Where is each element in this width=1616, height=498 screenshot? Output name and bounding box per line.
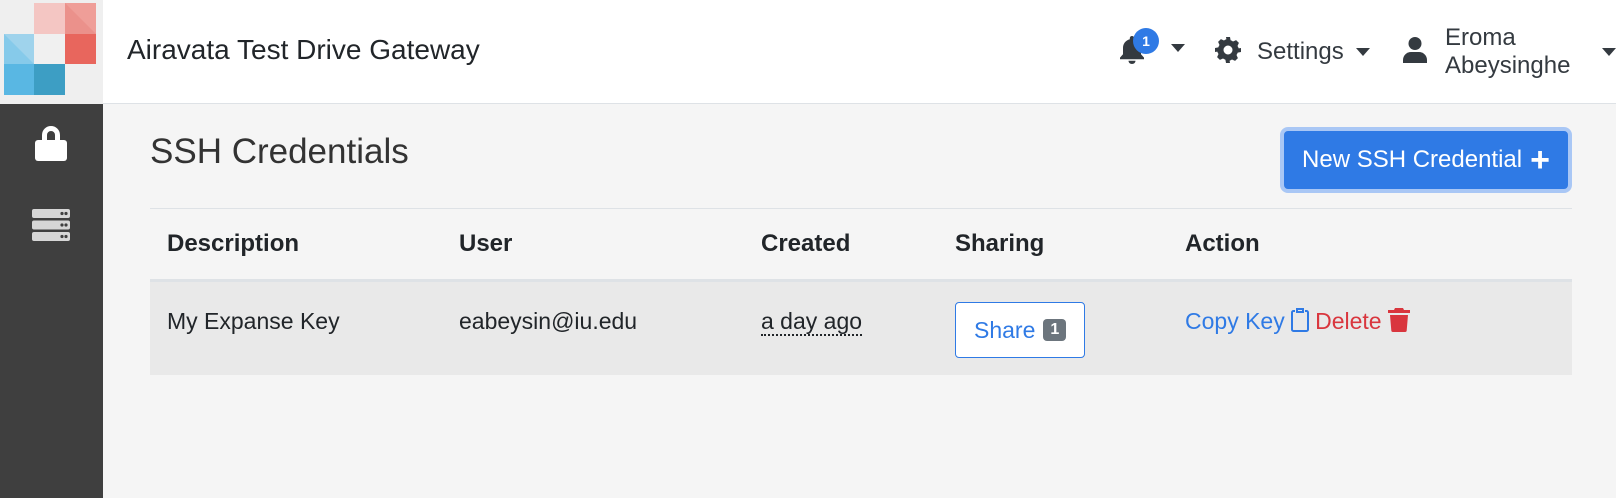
lock-icon [34, 125, 68, 166]
top-header: Airavata Test Drive Gateway 1 Settings E… [103, 0, 1616, 104]
credential-user: eabeysin@iu.edu [442, 280, 744, 375]
sidebar-item-compute-resources[interactable] [26, 202, 76, 252]
gateway-logo[interactable] [0, 0, 103, 104]
new-button-label: New SSH Credential [1302, 146, 1523, 173]
copy-key-link[interactable]: Copy Key [1185, 308, 1315, 334]
column-header-description[interactable]: Description [150, 208, 442, 282]
credential-action-cell: Copy Key Delete [1168, 280, 1572, 375]
brand-title[interactable]: Airavata Test Drive Gateway [127, 34, 480, 66]
table-header-row: Description User Created Sharing Action [150, 208, 1572, 282]
share-button[interactable]: Share 1 [955, 302, 1086, 358]
copy-key-label: Copy Key [1185, 308, 1285, 334]
sidebar-item-credentials[interactable] [26, 120, 76, 170]
credential-description: My Expanse Key [150, 280, 442, 375]
gear-icon [1215, 36, 1241, 68]
credential-sharing-cell: Share 1 [938, 280, 1168, 375]
column-header-user[interactable]: User [442, 208, 744, 282]
credential-created-cell: a day ago [744, 280, 938, 375]
delete-label: Delete [1315, 308, 1382, 334]
chevron-down-icon [1602, 48, 1616, 56]
column-header-action[interactable]: Action [1168, 208, 1572, 282]
column-header-created[interactable]: Created [744, 208, 938, 282]
server-icon [32, 208, 70, 246]
column-header-sharing[interactable]: Sharing [938, 208, 1168, 282]
user-icon [1403, 36, 1427, 68]
page-title: SSH Credentials [150, 132, 409, 171]
credentials-table: Description User Created Sharing Action … [150, 208, 1572, 375]
chevron-down-icon [1171, 44, 1185, 52]
credential-created: a day ago [761, 308, 863, 336]
notifications-dropdown[interactable]: 1 [1119, 28, 1189, 70]
sidebar [0, 104, 103, 498]
delete-link[interactable]: Delete [1315, 308, 1410, 334]
settings-label: Settings [1257, 38, 1344, 65]
new-ssh-credential-button[interactable]: New SSH Credential + [1280, 127, 1572, 193]
logo-icon [4, 3, 96, 95]
trash-icon [1387, 308, 1410, 338]
table-row: My Expanse Key eabeysin@iu.edu a day ago… [150, 280, 1572, 375]
user-name-label: Eroma Abeysinghe [1445, 24, 1571, 79]
settings-dropdown[interactable]: Settings [1215, 34, 1370, 70]
plus-icon: + [1530, 141, 1550, 179]
chevron-down-icon [1355, 48, 1370, 56]
clipboard-icon [1290, 308, 1309, 338]
share-label: Share [974, 316, 1036, 343]
user-dropdown[interactable]: Eroma Abeysinghe [1403, 24, 1616, 79]
share-count-badge: 1 [1043, 319, 1067, 341]
notification-count-badge: 1 [1133, 28, 1159, 54]
